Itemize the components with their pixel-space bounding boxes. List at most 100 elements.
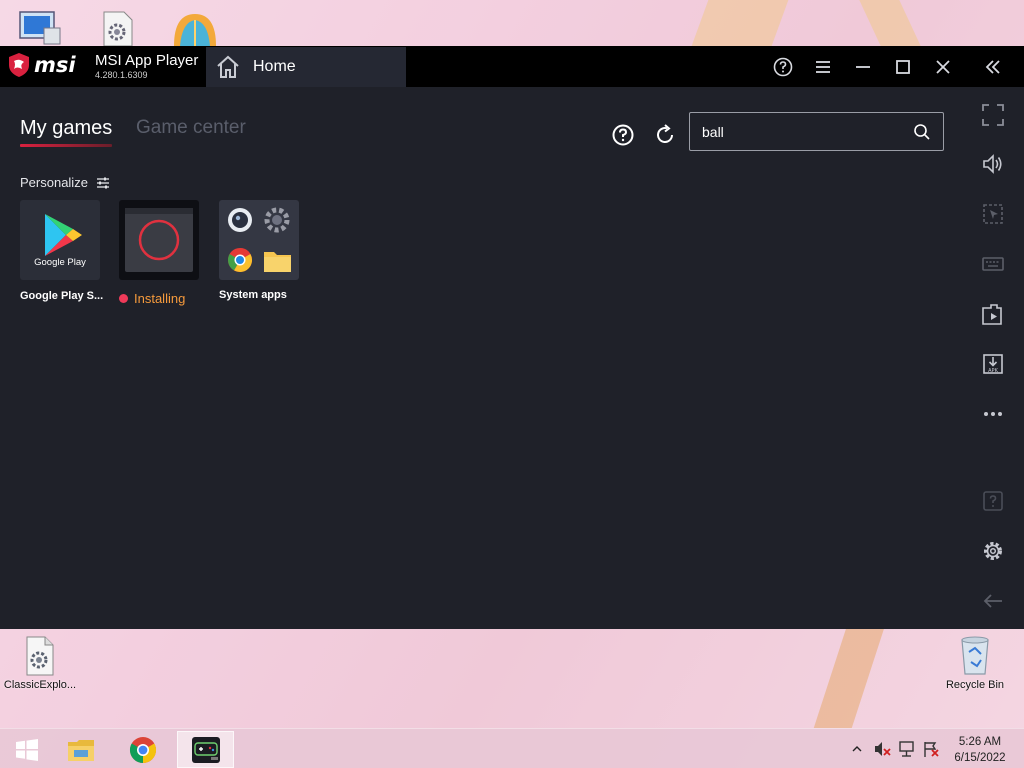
windows-logo-icon bbox=[16, 738, 38, 761]
installing-dot bbox=[119, 294, 128, 303]
google-play-tile-text: Google Play bbox=[34, 257, 86, 268]
sidebar-help-button[interactable] bbox=[980, 488, 1006, 514]
settings-file-icon bbox=[26, 636, 54, 676]
app-tile-installing[interactable] bbox=[119, 200, 199, 280]
fullscreen-icon bbox=[982, 104, 1004, 126]
help-square-icon bbox=[983, 491, 1003, 511]
fullscreen-button[interactable] bbox=[980, 102, 1006, 128]
brand-text: MSI App Player 4.280.1.6309 bbox=[95, 52, 198, 80]
msi-app-player-icon bbox=[191, 736, 220, 763]
google-play-icon bbox=[45, 214, 82, 256]
collapse-sidebar-button[interactable] bbox=[980, 54, 1006, 80]
refresh-button[interactable] bbox=[653, 123, 677, 152]
chrome-icon bbox=[129, 736, 157, 763]
help-icon bbox=[773, 57, 793, 77]
gear-icon bbox=[984, 542, 1002, 560]
taskbar-file-explorer[interactable] bbox=[54, 731, 108, 768]
app-name: MSI App Player bbox=[95, 52, 199, 69]
installing-placeholder-icon bbox=[125, 208, 193, 272]
menu-button[interactable] bbox=[810, 54, 836, 80]
brand: msi bbox=[8, 52, 76, 78]
chevron-up-icon[interactable] bbox=[850, 742, 864, 756]
desktop-icon-label: Recycle Bin bbox=[945, 679, 1005, 691]
search-button[interactable] bbox=[913, 123, 931, 146]
search-icon bbox=[914, 124, 930, 140]
start-button[interactable] bbox=[0, 731, 54, 768]
volume-button[interactable] bbox=[980, 151, 1006, 177]
right-sidebar: APK bbox=[970, 87, 1024, 629]
active-tab-indicator bbox=[20, 144, 112, 147]
media-manager-button[interactable] bbox=[980, 301, 1006, 327]
app-window: msi MSI App Player 4.280.1.6309 Home My … bbox=[0, 46, 1024, 629]
settings-file-icon bbox=[103, 11, 133, 47]
msi-dragon-icon bbox=[9, 53, 29, 77]
network-icon[interactable] bbox=[897, 740, 917, 758]
clock-date: 6/15/2022 bbox=[954, 752, 1006, 764]
shell-icon bbox=[174, 14, 216, 46]
app-label-google-play: Google Play S... bbox=[20, 290, 104, 302]
system-tray bbox=[850, 729, 941, 768]
double-chevron-left-icon bbox=[985, 60, 1000, 74]
pointer-tool-button[interactable] bbox=[980, 201, 1006, 227]
minimize-icon bbox=[856, 66, 870, 68]
brand-logo: msi bbox=[34, 53, 76, 77]
tab-home-label: Home bbox=[253, 58, 296, 75]
maximize-icon bbox=[896, 60, 910, 74]
folder-icon bbox=[68, 739, 94, 761]
app-tile-system-apps[interactable] bbox=[219, 200, 299, 280]
tab-my-games[interactable]: My games bbox=[20, 117, 112, 140]
more-dots-icon bbox=[984, 412, 1002, 416]
keyboard-button[interactable] bbox=[980, 251, 1006, 277]
installing-label: Installing bbox=[134, 291, 186, 306]
tab-game-center[interactable]: Game center bbox=[136, 117, 246, 139]
more-options-button[interactable] bbox=[980, 401, 1006, 427]
desktop-icon-computer[interactable] bbox=[14, 8, 64, 46]
close-icon bbox=[936, 60, 950, 74]
computer-icon bbox=[19, 11, 61, 45]
help-icon bbox=[612, 124, 634, 146]
media-folder-icon bbox=[982, 304, 1002, 325]
action-center-flag-icon[interactable] bbox=[921, 740, 941, 758]
clock-time: 5:26 AM bbox=[958, 736, 1002, 748]
apk-glyph: APK bbox=[988, 368, 998, 374]
system-apps-icon bbox=[227, 207, 291, 273]
settings-button[interactable] bbox=[980, 538, 1006, 564]
taskbar: 5:26 AM 6/15/2022 bbox=[0, 728, 1024, 768]
maximize-button[interactable] bbox=[890, 54, 916, 80]
taskbar-clock[interactable]: 5:26 AM 6/15/2022 bbox=[945, 734, 1015, 766]
hamburger-icon bbox=[816, 61, 830, 73]
taskbar-msi-app-player[interactable] bbox=[177, 731, 234, 768]
taskbar-chrome[interactable] bbox=[116, 731, 170, 768]
app-tile-google-play[interactable]: Google Play bbox=[20, 200, 100, 280]
apk-install-icon: APK bbox=[983, 354, 1003, 374]
wallpaper-accent bbox=[859, 0, 921, 46]
recycle-bin-icon bbox=[961, 636, 989, 675]
help-button[interactable] bbox=[770, 54, 796, 80]
tab-home[interactable]: Home bbox=[206, 47, 406, 87]
home-icon bbox=[217, 55, 239, 78]
search-input[interactable] bbox=[702, 122, 902, 142]
desktop-icon-settings-file[interactable] bbox=[100, 10, 136, 47]
volume-muted-icon[interactable] bbox=[873, 740, 893, 758]
speaker-icon bbox=[983, 154, 1002, 174]
close-button[interactable] bbox=[930, 54, 956, 80]
app-label-system-apps: System apps bbox=[219, 289, 287, 301]
wallpaper-accent bbox=[691, 0, 789, 46]
pointer-select-icon bbox=[983, 204, 1003, 224]
personalize-label: Personalize bbox=[20, 175, 88, 190]
arrow-left-icon bbox=[983, 594, 1002, 608]
search-box[interactable] bbox=[689, 112, 944, 151]
desktop-icon-classicexplorer[interactable]: ClassicExplo... bbox=[0, 636, 80, 691]
personalize-button[interactable]: Personalize bbox=[20, 175, 110, 190]
wallpaper-accent bbox=[813, 628, 885, 728]
back-button[interactable] bbox=[980, 588, 1006, 614]
app-version: 4.280.1.6309 bbox=[95, 70, 148, 80]
games-help-button[interactable] bbox=[612, 124, 634, 151]
refresh-icon bbox=[657, 124, 673, 143]
desktop-icon-recycle-bin[interactable]: Recycle Bin bbox=[935, 632, 1015, 691]
desktop-icon-shell[interactable] bbox=[170, 10, 220, 46]
install-apk-button[interactable]: APK bbox=[980, 351, 1006, 377]
sliders-icon bbox=[96, 177, 109, 188]
minimize-button[interactable] bbox=[850, 54, 876, 80]
installing-status: Installing bbox=[119, 291, 185, 306]
